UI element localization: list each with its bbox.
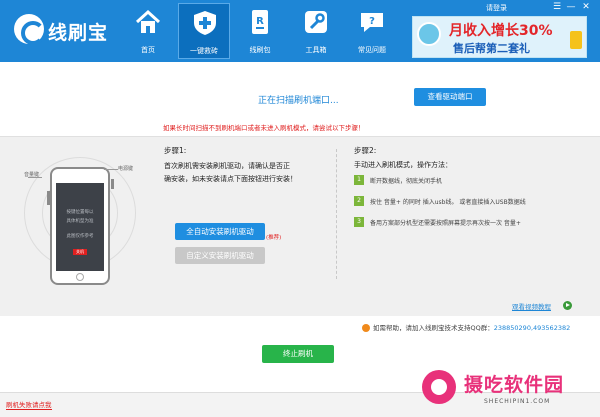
auto-install-driver-button[interactable]: 全自动安装刷机驱动 [175, 223, 265, 240]
help-qq-groups[interactable]: 238850290,493562382 [494, 324, 571, 332]
promo-banner[interactable]: 月收入增长30% 售后帮第二套礼 [412, 16, 587, 58]
wrench-icon [305, 11, 327, 33]
view-driver-ports-button[interactable]: 查看驱动端口 [414, 88, 486, 106]
help-info: 如需帮助，请加入线刷宝技术支持QQ群：238850290,493562382 [362, 322, 570, 332]
rom-package-icon: R [252, 10, 268, 34]
close-icon[interactable]: ✕ [581, 2, 591, 12]
step1-description: 首次刷机需安装刷机驱动，请确认是否正 确安装，如未安装请点下面按钮进行安装！ [164, 160, 324, 186]
help-icon [362, 324, 370, 332]
logo-icon [14, 14, 45, 45]
question-chat-icon: ? [361, 13, 383, 32]
nav-label-rom: 线刷包 [249, 46, 271, 54]
site-watermark: 摄吃软件园 SHECHIPIN1.COM [410, 362, 600, 417]
phone-illustration: 按键位置每以 具体机型为准 此图仅作参考 关机 音量键 电源键 [14, 149, 139, 304]
phone-power-marker: 关机 [73, 249, 87, 255]
nav-label-home: 首页 [141, 46, 155, 54]
scan-warning-text: 如果长时间扫描不到刷机端口或者未进入刷机模式，请尝试以下步骤！ [163, 124, 365, 132]
step2-item: 1 断开数据线，彻底关闭手机 [354, 175, 594, 189]
phone-screen-line-1: 按键位置每以 [66, 210, 94, 215]
help-text: 如需帮助，请加入线刷宝技术支持QQ群： [373, 324, 494, 332]
nav-item-faq[interactable]: ? 常见问题 [346, 3, 398, 59]
instructions-panel: 按键位置每以 具体机型为准 此图仅作参考 关机 音量键 电源键 步骤1: 首次刷… [0, 136, 600, 316]
step-number-badge: 1 [354, 175, 364, 185]
step-divider [336, 149, 337, 279]
power-key-label: 电源键 [118, 166, 134, 172]
step-text: 备用方案部分机型还需要按照屏幕提示再次按一次 音量+ [370, 220, 521, 227]
scan-status-text: 正在扫描刷机端口... [258, 96, 339, 106]
power-key-shape [111, 179, 114, 189]
nav-label-toolbox: 工具箱 [305, 46, 327, 54]
step2-title: 步骤2: [354, 146, 377, 155]
phone-image: 按键位置每以 具体机型为准 此图仅作参考 关机 [50, 167, 110, 285]
svg-text:R: R [256, 16, 264, 27]
step-number-badge: 2 [354, 196, 364, 206]
shield-plus-icon [194, 11, 216, 35]
app-logo: 线刷宝 [14, 14, 110, 48]
phone-screen-line-3: 此图仅作参考 [66, 234, 94, 239]
promo-headline: 月收入增长30% [449, 23, 553, 39]
watermark-name: 摄吃软件园 [464, 374, 565, 396]
nav-label-faq: 常见问题 [358, 46, 386, 54]
nav-item-toolbox[interactable]: 工具箱 [290, 3, 342, 59]
phone-screen-line-2: 具体机型为准 [66, 219, 94, 224]
app-name: 线刷宝 [48, 22, 109, 44]
menu-icon[interactable]: ☰ [552, 2, 562, 12]
flash-failed-link[interactable]: 刷机失败请点我 [6, 401, 52, 410]
play-icon[interactable] [563, 301, 572, 310]
stop-flashing-button[interactable]: 终止刷机 [262, 345, 334, 363]
watermark-url: SHECHIPIN1.COM [484, 398, 551, 405]
step2-item: 3 备用方案部分机型还需要按照屏幕提示再次按一次 音量+ [354, 217, 594, 231]
custom-install-driver-button[interactable]: 自定义安装刷机驱动 [175, 247, 265, 264]
volume-key-shape [47, 191, 50, 205]
phone-screen: 按键位置每以 具体机型为准 此图仅作参考 关机 [56, 183, 104, 271]
watermark-logo-icon [422, 370, 456, 404]
nav-item-home[interactable]: 首页 [122, 3, 174, 59]
step-text: 断开数据线，彻底关闭手机 [370, 178, 443, 185]
step1-desc-line-1: 首次刷机需安装刷机驱动，请确认是否正 [164, 162, 290, 170]
home-icon [135, 9, 161, 33]
nav-item-rom[interactable]: R 线刷包 [234, 3, 286, 59]
step-text: 按住 音量+ 的同时 插入usb线。 或者直接插入USB数据线 [370, 199, 526, 206]
promo-ribbon-icon [570, 31, 582, 49]
nav-item-rescue[interactable]: 一键救砖 [178, 3, 230, 59]
minimize-icon[interactable]: — [566, 2, 576, 12]
recommend-tag: (推荐) [266, 235, 282, 241]
power-key-pointer [104, 169, 118, 170]
svg-text:?: ? [369, 16, 375, 27]
header-bar: 线刷宝 首页 一键救砖 R 线刷包 工具箱 ? 常见问题 请登录 ☰ — ✕ 月… [0, 0, 600, 62]
login-link[interactable]: 请登录 [486, 3, 507, 13]
nav-label-rescue: 一键救砖 [190, 47, 218, 55]
video-tutorial-link[interactable]: 观看视频教程 [512, 301, 551, 311]
step2-subtitle: 手动进入刷机模式，操作方法： [354, 161, 452, 169]
volume-key-label: 音量键 [24, 172, 40, 178]
phone-home-button [76, 273, 84, 281]
step1-title: 步骤1: [164, 146, 187, 155]
step1-desc-line-2: 确安装，如未安装请点下面按钮进行安装！ [164, 175, 297, 183]
step2-item: 2 按住 音量+ 的同时 插入usb线。 或者直接插入USB数据线 [354, 196, 594, 210]
promo-badge-icon [417, 22, 441, 46]
step-number-badge: 3 [354, 217, 364, 227]
promo-subline: 售后帮第二套礼 [453, 42, 530, 55]
